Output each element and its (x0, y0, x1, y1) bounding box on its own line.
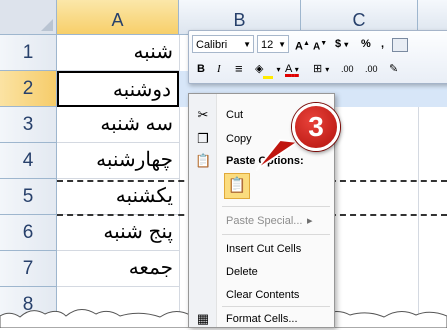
row-header-7[interactable]: 7 (0, 251, 57, 287)
fill-color-button[interactable]: ◈ ▾ (255, 60, 281, 79)
chevron-down-icon: ▼ (243, 40, 251, 49)
increase-decimal-button[interactable]: .00 (341, 60, 354, 78)
row-header-3[interactable]: 3 (0, 107, 57, 143)
menu-item-clear-contents[interactable]: Clear Contents (189, 284, 334, 306)
menu-separator (222, 206, 330, 207)
center-align-icon[interactable]: ≡ (235, 60, 243, 78)
row-header-2[interactable]: 2 (0, 71, 57, 107)
italic-button[interactable]: I (217, 60, 221, 78)
step-badge-pointer (255, 138, 301, 171)
menu-item-paste-special[interactable]: Paste Special... ▸ (189, 210, 334, 232)
font-name-value: Calibri (196, 39, 228, 51)
cell-a2-active[interactable]: دوشنبه (57, 71, 179, 107)
menu-separator (222, 306, 330, 307)
copy-icon: ❐ (197, 131, 209, 146)
currency-button[interactable]: $ ▾ (335, 35, 348, 53)
font-color-button[interactable]: A ▾ (285, 60, 299, 78)
comma-button[interactable]: , (381, 35, 384, 53)
cell-a1[interactable]: شنبه (57, 35, 179, 71)
percent-button[interactable]: % (361, 35, 371, 53)
grow-font-button[interactable]: A▲ (295, 35, 310, 53)
chevron-right-icon: ▸ (307, 215, 313, 227)
cell-a7[interactable]: جمعه (57, 251, 179, 287)
menu-separator (222, 234, 330, 235)
format-cells-icon: ▦ (196, 311, 210, 326)
step-number-badge: 3 (292, 103, 340, 151)
font-size-box[interactable]: 12 ▼ (257, 35, 289, 53)
row-header-4[interactable]: 4 (0, 143, 57, 179)
select-all-corner[interactable] (0, 0, 57, 35)
menu-item-format-cells[interactable]: ▦ Format Cells... (189, 308, 334, 330)
row-header-5[interactable]: 5 (0, 179, 57, 215)
menu-item-insert-cut-cells[interactable]: Insert Cut Cells (189, 238, 334, 260)
paste-icon: 📋 (195, 153, 212, 168)
paste-option-icon[interactable]: 📋 (224, 173, 250, 199)
scissors-icon: ✂ (197, 107, 209, 122)
format-painter-brush-icon[interactable]: ✎ (389, 60, 398, 78)
mini-toolbar: Calibri ▼ 12 ▼ A▲ A▼ $ ▾ % , B I ≡ ◈ ▾ A… (188, 30, 447, 84)
row-header-6[interactable]: 6 (0, 215, 57, 251)
column-header-a[interactable]: A (57, 0, 179, 35)
font-name-box[interactable]: Calibri ▼ (192, 35, 254, 53)
cell-a6[interactable]: پنج شنبه (57, 215, 179, 251)
fill-bucket-icon: ◈ (255, 63, 264, 75)
shrink-font-button[interactable]: A▼ (313, 35, 327, 53)
format-painter-icon[interactable] (392, 38, 408, 52)
menu-item-delete[interactable]: Delete (189, 261, 334, 283)
font-size-value: 12 (261, 39, 274, 51)
bold-button[interactable]: B (197, 60, 205, 78)
cell-a4[interactable]: چهارشنبه (57, 143, 179, 179)
decrease-decimal-button[interactable]: .00 (365, 60, 378, 78)
row-header-1[interactable]: 1 (0, 35, 57, 71)
chevron-down-icon: ▼ (278, 40, 286, 49)
cell-a3[interactable]: سه شنبه (57, 107, 179, 143)
borders-icon[interactable]: ⊞ ▾ (313, 60, 329, 78)
